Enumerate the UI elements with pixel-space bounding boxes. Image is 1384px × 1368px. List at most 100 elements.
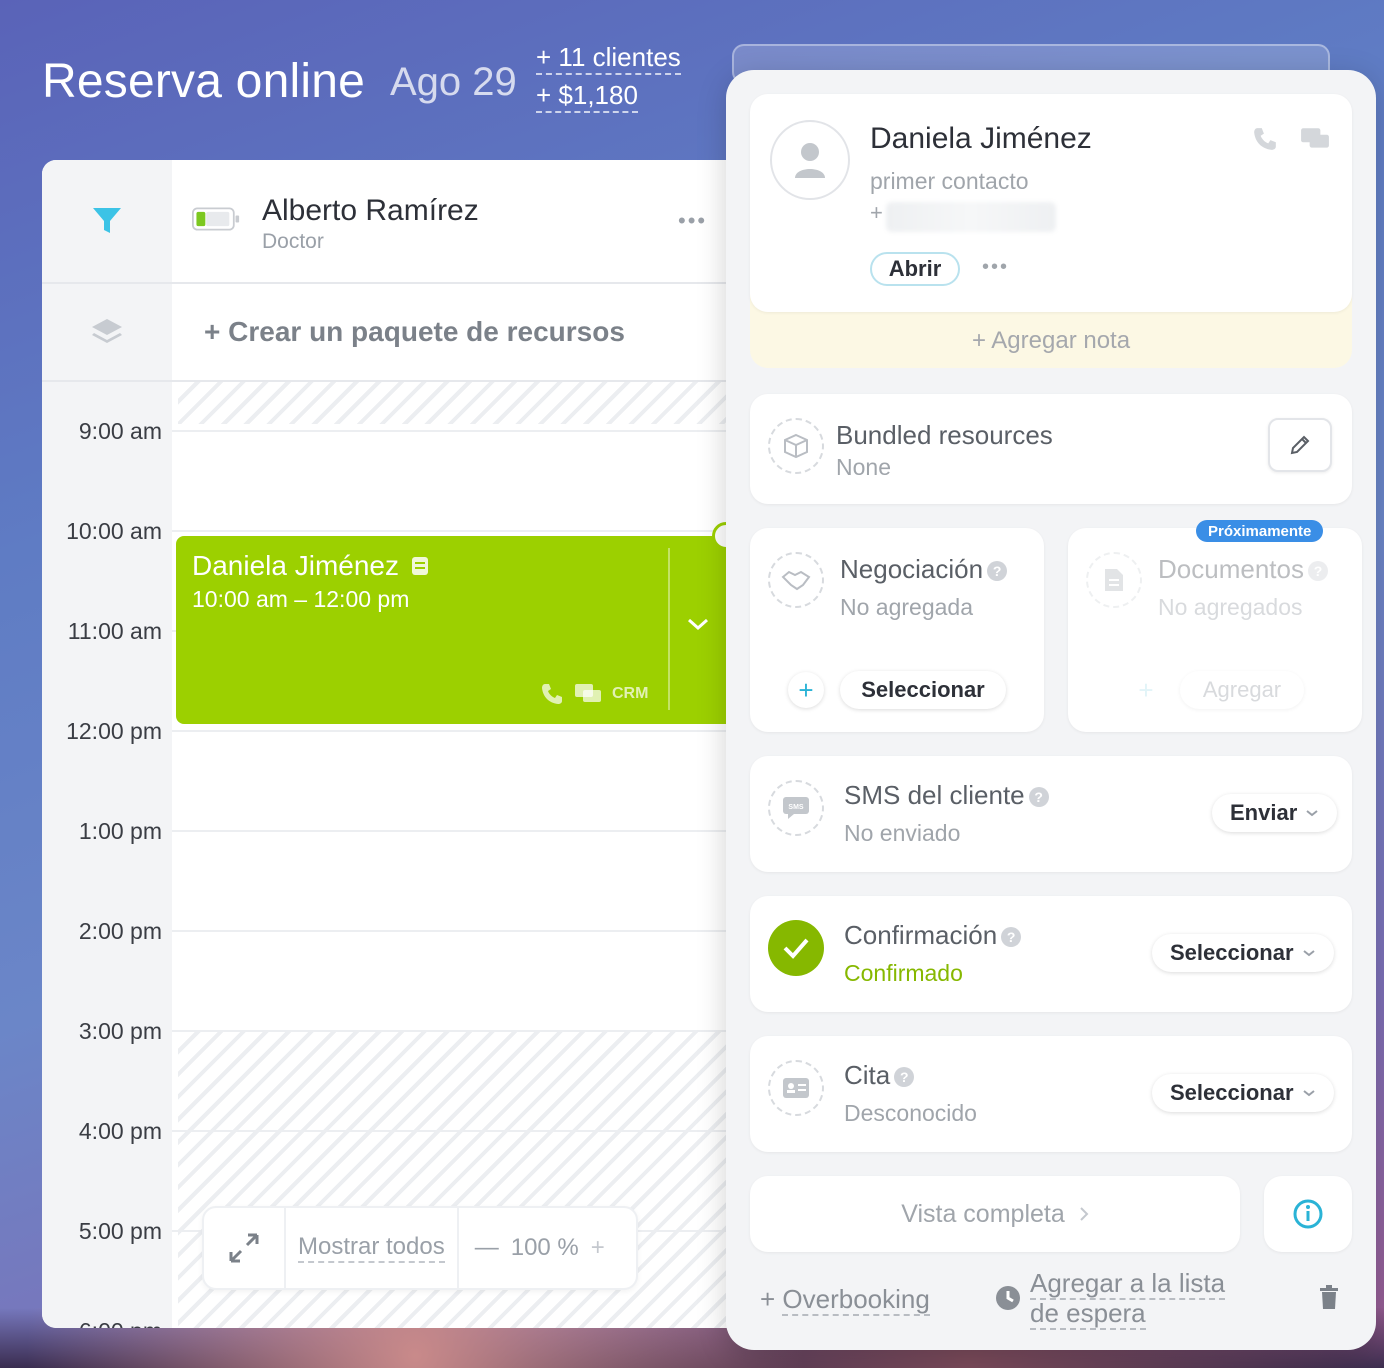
time-label: 6:00 pm: [42, 1318, 162, 1328]
add-document-button: Agregar: [1180, 671, 1304, 709]
time-label: 4:00 pm: [78, 1118, 162, 1144]
help-icon[interactable]: ?: [894, 1067, 915, 1088]
chevron-right-icon: [1080, 1207, 1089, 1221]
calendar-grid: Alberto Ramírez Doctor ••• + Crear un pa…: [42, 160, 742, 1328]
time-label: 11:00 am: [67, 618, 162, 644]
hour-line: [172, 530, 742, 532]
zoom-in-button[interactable]: +: [591, 1234, 605, 1262]
layers-button[interactable]: [42, 284, 172, 382]
appointment-status-title: Cita?: [844, 1060, 915, 1091]
chevron-down-icon: [1302, 950, 1315, 957]
confirmation-title: Confirmación?: [844, 920, 1022, 951]
client-phone-prefix: +: [870, 200, 883, 225]
add-deal-button[interactable]: +: [788, 672, 824, 708]
appointment-client: Daniela Jiménez: [192, 550, 429, 582]
client-contact-icons: [1252, 126, 1330, 152]
confirmation-select-dropdown[interactable]: Seleccionar: [1152, 934, 1334, 972]
confirmation-value: Confirmado: [844, 960, 963, 986]
bundled-value: None: [836, 454, 891, 480]
resource-name: Alberto Ramírez: [262, 194, 479, 227]
client-status: primer contacto: [870, 168, 1029, 194]
layers-icon: [92, 319, 122, 343]
filter-button[interactable]: [42, 160, 172, 284]
box-icon: [768, 418, 824, 474]
help-icon[interactable]: ?: [1001, 927, 1022, 948]
phone-icon[interactable]: [1252, 126, 1278, 152]
edit-bundle-button[interactable]: [1268, 418, 1332, 472]
time-label: 10:00 am: [66, 518, 162, 544]
waitlist-link[interactable]: Agregar a la lista de espera: [1030, 1268, 1226, 1330]
appointment-status-card: Cita? Desconocido Seleccionar: [750, 1036, 1352, 1152]
deal-value: No agregada: [840, 594, 973, 620]
sms-card: SMS SMS del cliente? No enviado Enviar: [750, 756, 1352, 872]
help-icon[interactable]: ?: [987, 561, 1008, 582]
user-icon: [795, 143, 825, 178]
appointment-panel: Daniela Jiménez primer contacto + Abrir …: [726, 70, 1376, 1350]
clients-stat[interactable]: + 11 clientes: [536, 42, 681, 75]
appointment-status-value: Desconocido: [844, 1100, 977, 1126]
info-icon: [1293, 1199, 1323, 1229]
zoom-control: — 100 % +: [459, 1234, 605, 1262]
pencil-icon: [1290, 435, 1310, 455]
document-icon: [1086, 552, 1142, 608]
battery-icon: [192, 207, 240, 231]
trash-icon[interactable]: [1318, 1284, 1340, 1310]
overbooking-link[interactable]: + Overbooking: [760, 1284, 930, 1316]
create-bundle-button[interactable]: + Crear un paquete de recursos: [172, 284, 742, 382]
appointment-icons: CRM: [540, 682, 648, 706]
appointment-time: 10:00 am – 12:00 pm: [192, 586, 410, 612]
client-phone-blurred: [886, 202, 1056, 232]
hour-line: [172, 1130, 742, 1132]
open-client-button[interactable]: Abrir: [870, 252, 960, 286]
filter-icon: [93, 208, 121, 233]
time-label: 5:00 pm: [78, 1218, 162, 1244]
appointment-select-dropdown[interactable]: Seleccionar: [1152, 1074, 1334, 1112]
date-label[interactable]: Ago 29: [390, 60, 517, 105]
zoom-level: 100 %: [510, 1234, 579, 1261]
expand-button[interactable]: [204, 1208, 286, 1288]
appointment-divider: [668, 548, 670, 710]
time-label: 9:00 am: [78, 418, 162, 444]
bundled-resources-card: Bundled resources None: [750, 394, 1352, 504]
chevron-down-icon[interactable]: [686, 616, 710, 632]
hour-line: [172, 430, 742, 432]
appointment-block[interactable]: Daniela Jiménez 10:00 am – 12:00 pm CRM: [176, 536, 736, 724]
resource-role: Doctor: [262, 230, 324, 253]
help-icon[interactable]: ?: [1028, 787, 1049, 808]
client-name[interactable]: Daniela Jiménez: [870, 122, 1092, 156]
zoom-out-button[interactable]: —: [475, 1234, 499, 1262]
check-icon: [768, 920, 824, 976]
plus-icon: +: [760, 1284, 783, 1314]
info-button[interactable]: [1264, 1176, 1352, 1252]
time-label: 1:00 pm: [78, 818, 162, 844]
svg-text:SMS: SMS: [788, 804, 804, 811]
full-view-button[interactable]: Vista completa: [750, 1176, 1240, 1252]
resource-more-icon[interactable]: •••: [678, 208, 707, 234]
bundled-title: Bundled resources: [836, 420, 1053, 450]
avatar[interactable]: [770, 120, 850, 200]
time-label: 2:00 pm: [78, 918, 162, 944]
revenue-stat[interactable]: + $1,180: [536, 80, 638, 113]
page-title: Reserva online: [42, 55, 365, 108]
confirmation-card: Confirmación? Confirmado Seleccionar: [750, 896, 1352, 1012]
documents-value: No agregados: [1158, 594, 1303, 620]
sms-icon: SMS: [768, 780, 824, 836]
documents-title: Documentos?: [1158, 554, 1328, 585]
crm-label: CRM: [612, 685, 649, 702]
send-sms-dropdown[interactable]: Enviar: [1212, 794, 1338, 832]
show-all-link[interactable]: Mostrar todos: [286, 1208, 459, 1288]
time-label: 3:00 pm: [78, 1018, 162, 1044]
sms-value: No enviado: [844, 820, 961, 846]
select-deal-button[interactable]: Seleccionar: [840, 671, 1006, 709]
deal-title: Negociación?: [840, 554, 1008, 585]
coming-soon-badge: Próximamente: [1196, 520, 1324, 542]
resource-header[interactable]: Alberto Ramírez Doctor •••: [172, 160, 742, 284]
client-more-icon[interactable]: •••: [982, 256, 1009, 279]
chat-icon[interactable]: [1300, 126, 1330, 152]
handshake-icon: [768, 552, 824, 608]
phone-icon: [542, 684, 562, 704]
time-label: 12:00 pm: [66, 718, 162, 744]
expand-icon: [229, 1233, 259, 1263]
help-icon: ?: [1307, 561, 1328, 582]
sms-title: SMS del cliente?: [844, 780, 1049, 811]
